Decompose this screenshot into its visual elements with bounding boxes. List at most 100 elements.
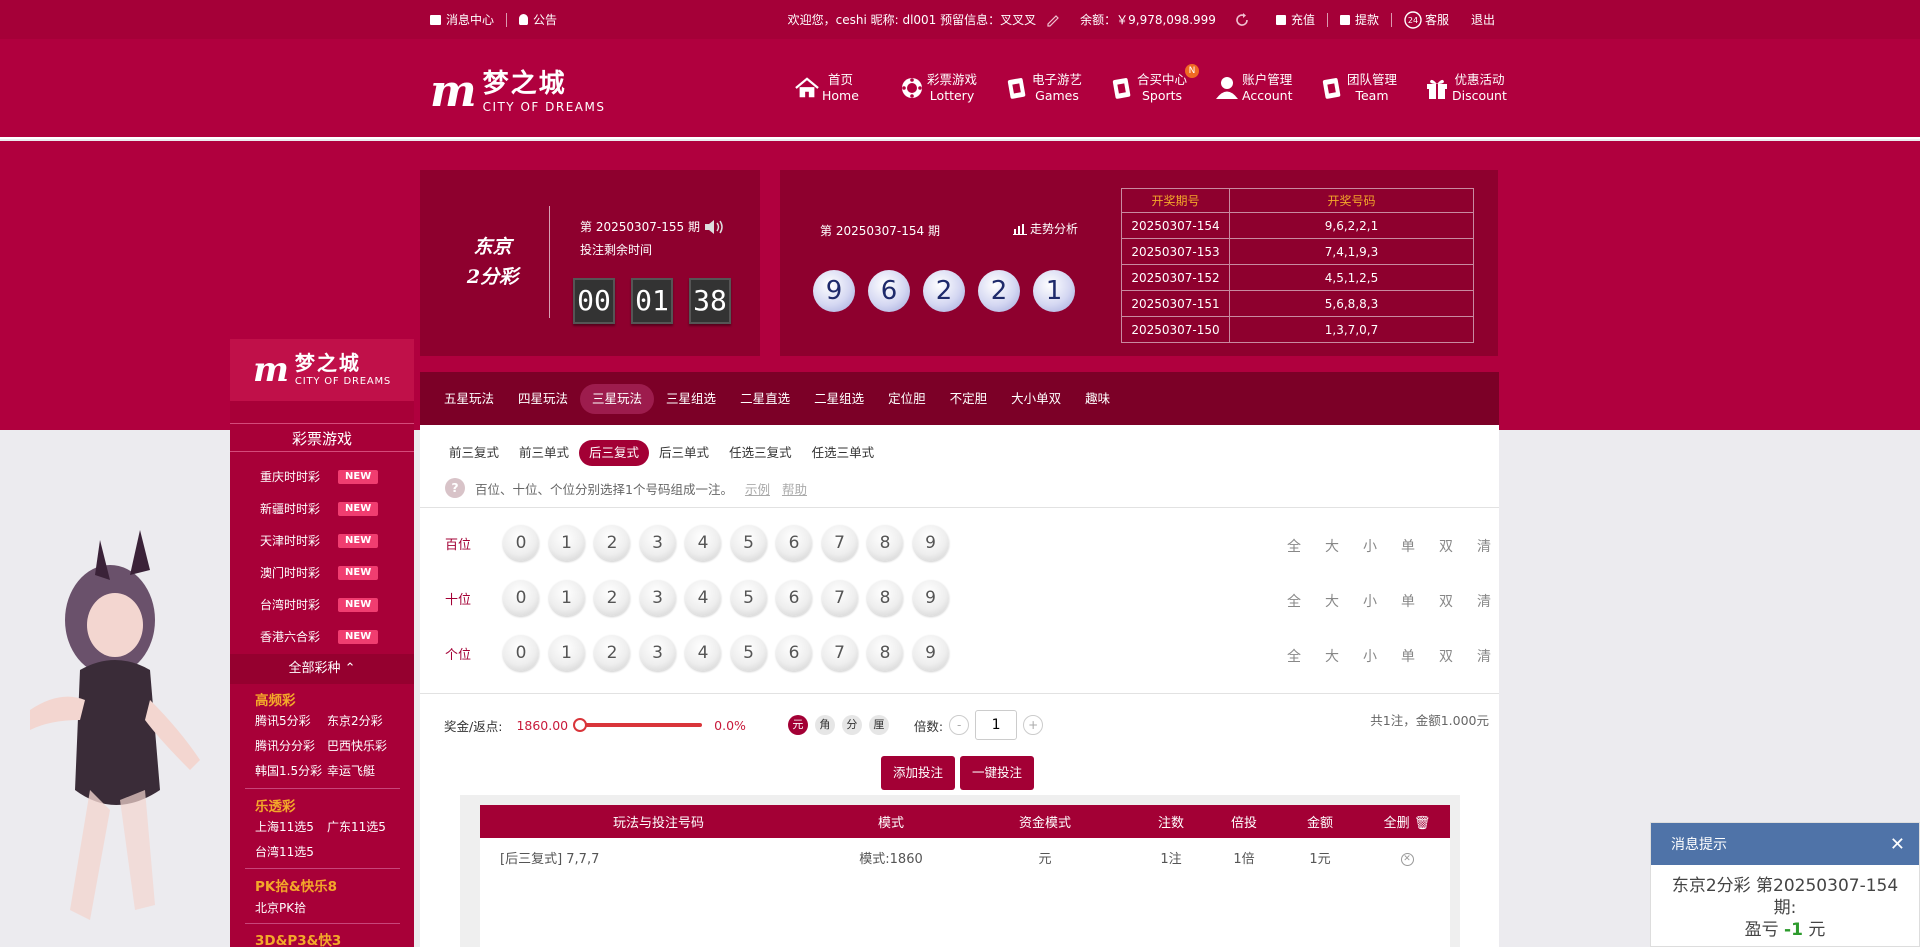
nav-sports[interactable]: 合买中心 Sports N bbox=[1110, 64, 1215, 104]
quick-big[interactable]: 大 bbox=[1313, 591, 1351, 611]
delete-all-button[interactable]: 全删 🗑 bbox=[1364, 812, 1450, 831]
digit-ball[interactable]: 0 bbox=[503, 580, 539, 616]
sidebar-item-chongqing[interactable]: 重庆时时彩 NEW bbox=[260, 468, 379, 485]
tab-three-star[interactable]: 三星玩法 bbox=[580, 383, 655, 414]
lottery-link[interactable]: 巴西快乐彩 bbox=[327, 737, 399, 754]
digit-ball[interactable]: 3 bbox=[639, 525, 676, 561]
unit-fen[interactable]: 分 bbox=[841, 715, 862, 735]
quick-big[interactable]: 大 bbox=[1313, 536, 1351, 556]
digit-ball[interactable]: 0 bbox=[503, 525, 539, 561]
sidebar-item-taiwan[interactable]: 台湾时时彩 NEW bbox=[260, 596, 379, 613]
nav-discount[interactable]: 优惠活动 Discount bbox=[1425, 72, 1530, 104]
digit-ball[interactable]: 6 bbox=[776, 580, 812, 616]
digit-ball[interactable]: 5 bbox=[730, 525, 767, 561]
tab-big-small[interactable]: 大小单双 bbox=[999, 384, 1073, 414]
decrease-button[interactable]: - bbox=[949, 715, 970, 735]
digit-ball[interactable]: 6 bbox=[776, 635, 812, 671]
quick-all[interactable]: 全 bbox=[1275, 591, 1313, 611]
brand-logo[interactable]: m 梦之城 CITY OF DREAMS bbox=[430, 66, 610, 118]
lottery-link[interactable]: 北京PK拾 bbox=[255, 899, 355, 916]
nav-lottery[interactable]: 彩票游戏 Lottery bbox=[900, 72, 1005, 104]
quick-small[interactable]: 小 bbox=[1351, 536, 1389, 556]
digit-ball[interactable]: 8 bbox=[867, 525, 903, 561]
increase-button[interactable]: + bbox=[1023, 715, 1044, 735]
quick-small[interactable]: 小 bbox=[1351, 591, 1389, 611]
example-link[interactable]: 示例 bbox=[745, 479, 770, 498]
sidebar-logo[interactable]: m 梦之城 CITY OF DREAMS bbox=[230, 339, 414, 401]
lottery-link[interactable]: 韩国1.5分彩 bbox=[255, 762, 327, 779]
digit-ball[interactable]: 2 bbox=[594, 525, 630, 561]
quick-even[interactable]: 双 bbox=[1427, 646, 1465, 666]
digit-ball[interactable]: 1 bbox=[548, 635, 585, 671]
quick-big[interactable]: 大 bbox=[1313, 646, 1351, 666]
sidebar-item-tianjin[interactable]: 天津时时彩 NEW bbox=[260, 532, 379, 549]
digit-ball[interactable]: 1 bbox=[548, 525, 585, 561]
digit-ball[interactable]: 5 bbox=[730, 635, 767, 671]
quick-all[interactable]: 全 bbox=[1275, 536, 1313, 556]
help-link[interactable]: 帮助 bbox=[782, 479, 807, 498]
delete-row-icon[interactable]: ✕ bbox=[1400, 852, 1414, 866]
digit-ball[interactable]: 0 bbox=[503, 635, 539, 671]
tab-four-star[interactable]: 四星玩法 bbox=[506, 384, 580, 414]
digit-ball[interactable]: 8 bbox=[867, 580, 903, 616]
lottery-link[interactable]: 广东11选5 bbox=[327, 818, 399, 835]
subtab-back-three-single[interactable]: 后三单式 bbox=[649, 440, 719, 466]
unit-yuan[interactable]: 元 bbox=[787, 715, 808, 735]
service-link[interactable]: 24 客服 bbox=[1404, 10, 1449, 29]
quick-clear[interactable]: 清 bbox=[1465, 646, 1503, 666]
quick-bet-button[interactable]: 一键投注 bbox=[960, 756, 1035, 790]
digit-ball[interactable]: 7 bbox=[821, 580, 858, 616]
withdraw-link[interactable]: 提款 bbox=[1339, 11, 1379, 28]
quick-odd[interactable]: 单 bbox=[1389, 646, 1427, 666]
recharge-link[interactable]: 充值 bbox=[1275, 11, 1315, 28]
tab-position[interactable]: 定位胆 bbox=[876, 384, 938, 414]
quick-small[interactable]: 小 bbox=[1351, 646, 1389, 666]
tab-two-star-direct[interactable]: 二星直选 bbox=[728, 384, 802, 414]
lottery-link[interactable]: 腾讯分分彩 bbox=[255, 737, 327, 754]
add-bet-button[interactable]: 添加投注 bbox=[881, 756, 956, 790]
refresh-icon[interactable] bbox=[1234, 12, 1250, 28]
digit-ball[interactable]: 4 bbox=[685, 525, 721, 561]
digit-ball[interactable]: 3 bbox=[639, 580, 676, 616]
logout-link[interactable]: 退出 bbox=[1471, 11, 1495, 28]
lottery-link[interactable]: 台湾11选5 bbox=[255, 843, 327, 860]
lottery-link[interactable]: 上海11选5 bbox=[255, 818, 327, 835]
tab-two-star-group[interactable]: 二星组选 bbox=[802, 384, 876, 414]
close-icon[interactable]: ✕ bbox=[1890, 834, 1905, 855]
notice-link[interactable]: 公告 bbox=[519, 11, 557, 28]
lottery-link[interactable]: 东京2分彩 bbox=[327, 712, 399, 729]
digit-ball[interactable]: 3 bbox=[639, 635, 676, 671]
digit-ball[interactable]: 4 bbox=[685, 580, 721, 616]
speaker-icon[interactable] bbox=[703, 219, 725, 235]
digit-ball[interactable]: 9 bbox=[912, 635, 949, 671]
digit-ball[interactable]: 8 bbox=[867, 635, 903, 671]
sidebar-item-xinjiang[interactable]: 新疆时时彩 NEW bbox=[260, 500, 379, 517]
nav-team[interactable]: 团队管理 Team bbox=[1320, 72, 1425, 104]
lottery-link[interactable]: 腾讯5分彩 bbox=[255, 712, 327, 729]
digit-ball[interactable]: 7 bbox=[821, 635, 858, 671]
digit-ball[interactable]: 9 bbox=[912, 525, 949, 561]
digit-ball[interactable]: 1 bbox=[548, 580, 585, 616]
unit-li[interactable]: 厘 bbox=[868, 715, 889, 735]
digit-ball[interactable]: 5 bbox=[730, 580, 767, 616]
tab-three-star-group[interactable]: 三星组选 bbox=[654, 384, 728, 414]
lottery-link[interactable]: 幸运飞艇 bbox=[327, 762, 399, 779]
digit-ball[interactable]: 4 bbox=[685, 635, 721, 671]
rebate-slider[interactable] bbox=[573, 718, 703, 732]
subtab-any-three-single[interactable]: 任选三单式 bbox=[802, 440, 885, 466]
sidebar-item-macau[interactable]: 澳门时时彩 NEW bbox=[260, 564, 379, 581]
quick-odd[interactable]: 单 bbox=[1389, 591, 1427, 611]
subtab-back-three-multi[interactable]: 后三复式 bbox=[579, 440, 650, 466]
nav-home[interactable]: 首页 Home bbox=[795, 72, 900, 104]
digit-ball[interactable]: 9 bbox=[912, 580, 949, 616]
nav-account[interactable]: 账户管理 Account bbox=[1215, 72, 1320, 104]
multiplier-input[interactable] bbox=[975, 710, 1018, 740]
subtab-any-three-multi[interactable]: 任选三复式 bbox=[719, 440, 802, 466]
all-lotteries-toggle[interactable]: 全部彩种 ⌃ bbox=[230, 654, 414, 684]
tab-nonposition[interactable]: 不定胆 bbox=[938, 384, 1000, 414]
digit-ball[interactable]: 6 bbox=[776, 525, 812, 561]
subtab-front-three-single[interactable]: 前三单式 bbox=[509, 440, 579, 466]
quick-even[interactable]: 双 bbox=[1427, 536, 1465, 556]
digit-ball[interactable]: 7 bbox=[821, 525, 858, 561]
quick-odd[interactable]: 单 bbox=[1389, 536, 1427, 556]
